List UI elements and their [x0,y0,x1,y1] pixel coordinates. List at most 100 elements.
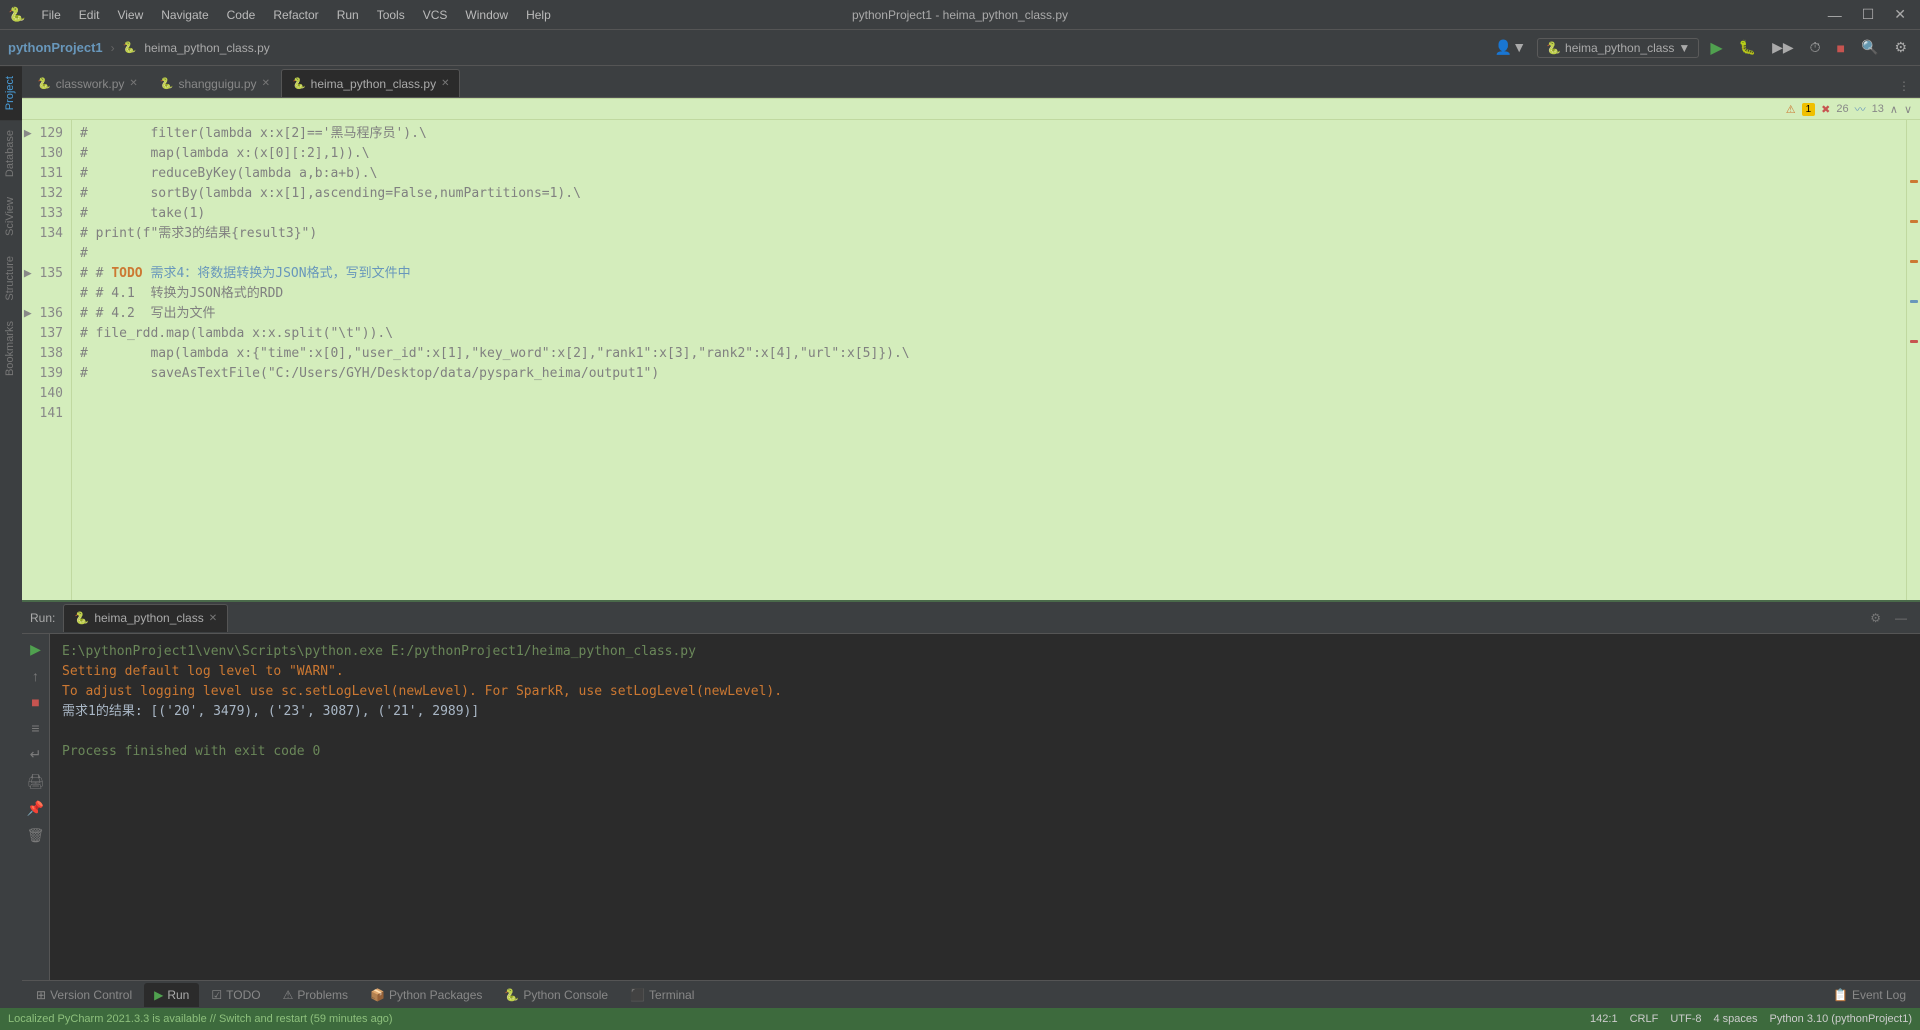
maximize-button[interactable]: ☐ [1856,4,1881,25]
run-config-dropdown-icon: ▼ [1678,41,1690,55]
console-output: E:\pythonProject1\venv\Scripts\python.ex… [50,634,1920,980]
python-console-label: Python Console [523,988,608,1002]
tab-shangguigu[interactable]: 🐍 shangguigu.py ✕ [149,69,281,97]
menu-vcs[interactable]: VCS [415,6,456,24]
run-with-coverage-button[interactable]: ▶▶ [1767,36,1799,59]
line-number: 133 [22,204,63,224]
menu-edit[interactable]: Edit [71,6,108,24]
sidebar-item-sciview[interactable]: SciView [0,187,22,246]
run-tab-close-button[interactable]: ✕ [209,613,217,624]
menu-view[interactable]: View [109,6,151,24]
status-encoding[interactable]: UTF-8 [1670,1013,1701,1025]
tab-icon-heima: 🐍 [292,77,306,90]
tab-python-packages[interactable]: 📦 Python Packages [360,983,492,1007]
tab-classwork[interactable]: 🐍 classwork.py ✕ [26,69,149,97]
console-line-cmd: E:\pythonProject1\venv\Scripts\python.ex… [62,642,1908,662]
tab-todo[interactable]: ☑ TODO [201,983,270,1007]
status-indent[interactable]: 4 spaces [1713,1013,1757,1025]
profile-button[interactable]: ⏱ [1805,36,1826,59]
code-line-135: # [80,244,1898,264]
run-tab-icon-bottom: ▶ [154,988,163,1002]
tab-more-button[interactable]: ⋮ [1892,75,1916,97]
stop-button[interactable]: ■ [1832,37,1850,59]
problems-label: Problems [297,988,348,1002]
sidebar-item-database[interactable]: Database [0,120,22,187]
menu-file[interactable]: File [33,6,68,24]
code-line-131: # reduceByKey(lambda a,b:a+b).\ [80,164,1898,184]
tab-version-control[interactable]: ⊞ Version Control [26,983,142,1007]
code-content[interactable]: # filter(lambda x:x[2]=='黑马程序员').\ # map… [72,120,1906,600]
sidebar-item-structure[interactable]: Structure [0,246,22,311]
menu-tools[interactable]: Tools [369,6,413,24]
search-button[interactable]: 🔍 [1856,36,1883,59]
run-trash-button[interactable]: 🗑 [24,824,48,847]
status-python-version[interactable]: Python 3.10 (pythonProject1) [1770,1013,1912,1025]
tab-run[interactable]: ▶ Run [144,983,199,1007]
tab-close-classwork[interactable]: ✕ [129,78,137,89]
run-pin-button[interactable]: 📌 [24,797,47,820]
scroll-down-icon[interactable]: ∨ [1904,103,1912,116]
warning-icon: ⚠ [1786,103,1796,116]
warning-count[interactable]: 1 [1802,103,1816,116]
tab-bar: 🐍 classwork.py ✕ 🐍 shangguigu.py ✕ 🐍 hei… [22,66,1920,98]
status-position[interactable]: 142:1 [1590,1013,1618,1025]
run-tab-icon: 🐍 [74,611,89,625]
menu-run[interactable]: Run [329,6,367,24]
error-count[interactable]: 26 [1836,103,1848,115]
python-packages-label: Python Packages [389,988,482,1002]
run-list-button[interactable]: ≡ [28,717,42,739]
menu-window[interactable]: Window [457,6,516,24]
error-icon: ✖ [1821,103,1830,116]
run-tab-heima[interactable]: 🐍 heima_python_class ✕ [63,604,228,632]
terminal-icon: ⬛ [630,988,645,1002]
avatar-button[interactable]: 👤▼ [1490,36,1531,59]
line-number: 131 [22,164,63,184]
event-log-label: Event Log [1852,988,1906,1002]
run-stop-button[interactable]: ■ [28,691,42,713]
python-packages-icon: 📦 [370,988,385,1002]
run-play-button[interactable]: ▶ [27,638,44,661]
left-panel-tabs: Project Database SciView Structure Bookm… [0,66,22,1008]
project-name[interactable]: pythonProject1 [8,40,103,55]
run-config-icon: 🐍 [1546,41,1561,55]
tab-python-console[interactable]: 🐍 Python Console [494,983,618,1007]
code-line-138: # # 4.2 写出为文件 [80,304,1898,324]
status-update[interactable]: Localized PyCharm 2021.3.3 is available … [8,1013,393,1025]
line-number: 138 [22,344,63,364]
menu-refactor[interactable]: Refactor [265,6,326,24]
run-config-selector[interactable]: 🐍 heima_python_class ▼ [1537,38,1699,58]
run-softwrap-button[interactable]: ↵ [27,743,45,766]
scroll-indicator-warn [1910,180,1918,183]
code-line-134: # print(f"需求3的结果{result3}") [80,224,1898,244]
run-rerun-up-button[interactable]: ↑ [29,665,42,687]
menu-navigate[interactable]: Navigate [153,6,216,24]
tab-heima[interactable]: 🐍 heima_python_class.py ✕ [281,69,461,97]
tab-terminal[interactable]: ⬛ Terminal [620,983,704,1007]
tab-close-heima[interactable]: ✕ [441,78,449,89]
scroll-up-icon[interactable]: ∧ [1890,103,1898,116]
sidebar-item-bookmarks[interactable]: Bookmarks [0,311,22,386]
sidebar-item-project[interactable]: Project [0,66,22,120]
console-line-result: 需求1的结果: [('20', 3479), ('23', 3087), ('2… [62,702,1908,722]
tab-problems[interactable]: ⚠ Problems [273,983,358,1007]
tab-close-shangguigu[interactable]: ✕ [262,78,270,89]
code-editor[interactable]: ▶ 129 130 131 132 133 134 ▶ 135 ▶ 136 13… [22,120,1920,600]
menu-code[interactable]: Code [219,6,264,24]
debug-button[interactable]: 🐛 [1734,36,1761,59]
code-line-136: # # TODO 需求4：将数据转换为JSON格式，写到文件中 [80,264,1898,284]
close-button[interactable]: ✕ [1888,4,1912,25]
menu-help[interactable]: Help [518,6,559,24]
line-number: ▶ 135 [22,264,63,284]
line-count[interactable]: 13 [1872,103,1884,115]
run-minimize-icon[interactable]: — [1890,609,1912,627]
line-number [22,244,63,264]
run-settings-icon[interactable]: ⚙ [1865,609,1886,627]
line-icon: 〰 [1855,101,1866,117]
settings-button[interactable]: ⚙ [1889,36,1912,59]
run-print-button[interactable]: 🖨 [24,770,48,793]
run-button[interactable]: ▶ [1705,35,1727,61]
tab-event-log[interactable]: 📋 Event Log [1823,983,1916,1007]
minimize-button[interactable]: — [1822,5,1848,25]
line-number: 134 [22,224,63,244]
status-crlf[interactable]: CRLF [1630,1013,1659,1025]
